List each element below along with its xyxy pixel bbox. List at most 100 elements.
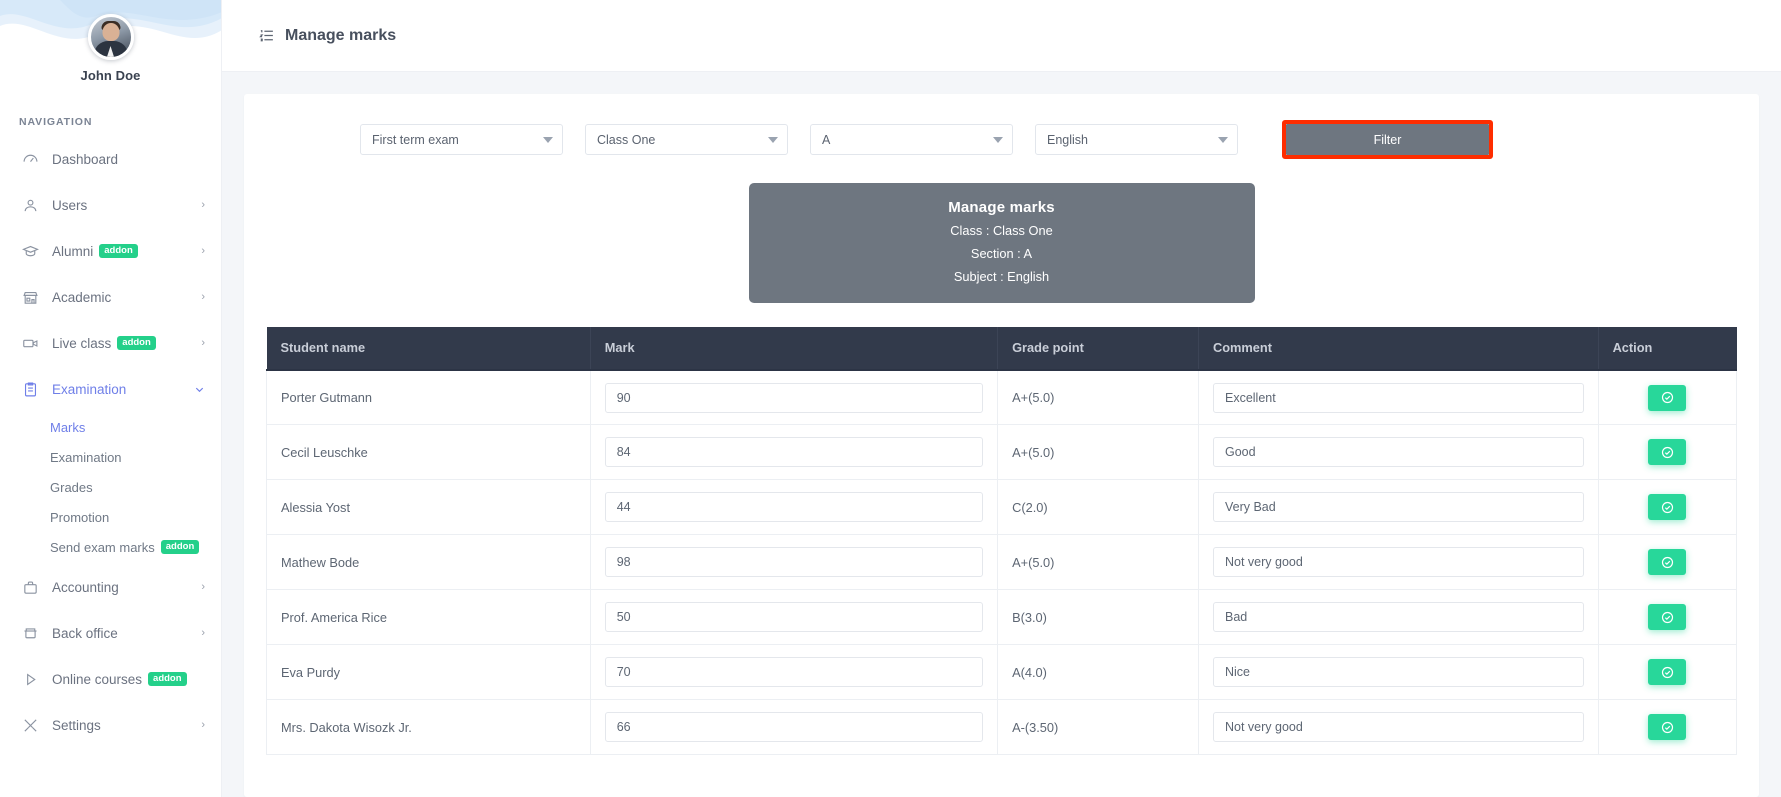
cell-student-name: Alessia Yost <box>267 480 591 535</box>
sidebar-item-examination[interactable]: Examination <box>0 366 221 412</box>
comment-input[interactable] <box>1213 437 1584 467</box>
avatar[interactable] <box>88 14 134 60</box>
sidebar-sublabel: Marks <box>50 420 85 435</box>
table-row: Prof. America Rice B(3.0) <box>267 590 1737 645</box>
sidebar-label: Settings <box>52 718 101 733</box>
save-row-button[interactable] <box>1648 549 1686 575</box>
cell-student-name: Mrs. Dakota Wisozk Jr. <box>267 700 591 755</box>
app-root: John Doe NAVIGATION Dashboard Users › Al… <box>0 0 1781 797</box>
save-row-button[interactable] <box>1648 385 1686 411</box>
profile-name: John Doe <box>80 68 140 83</box>
comment-input[interactable] <box>1213 492 1584 522</box>
table-row: Eva Purdy A(4.0) <box>267 645 1737 700</box>
printer-icon <box>22 625 44 642</box>
sidebar-subitem-send-exam-marks[interactable]: Send exam marks addon <box>0 532 221 562</box>
save-row-button[interactable] <box>1648 659 1686 685</box>
cell-grade-point: A(4.0) <box>998 645 1199 700</box>
sidebar-item-dashboard[interactable]: Dashboard <box>0 136 221 182</box>
info-panel-subject: Subject : English <box>759 269 1245 285</box>
mark-input[interactable] <box>605 437 983 467</box>
cell-grade-point: A+(5.0) <box>998 535 1199 590</box>
section-select[interactable]: A <box>810 124 1013 155</box>
cell-grade-point: A+(5.0) <box>998 425 1199 480</box>
sidebar-label: Users <box>52 198 87 213</box>
table-row: Alessia YostC(2.0) <box>267 480 1737 535</box>
chevron-down-icon <box>993 137 1003 143</box>
cell-action <box>1598 590 1736 645</box>
sidebar-subitem-examination[interactable]: Examination <box>0 442 221 472</box>
sidebar-item-users[interactable]: Users › <box>0 182 221 228</box>
nav-section-title: NAVIGATION <box>19 116 221 128</box>
subject-select[interactable]: English <box>1035 124 1238 155</box>
cell-student-name: Prof. America Rice <box>267 590 591 645</box>
sidebar-sublabel: Examination <box>50 450 122 465</box>
table-row: Cecil LeuschkeA+(5.0) <box>267 425 1737 480</box>
marks-table-head: Student name Mark Grade point Comment Ac… <box>267 327 1737 370</box>
cell-mark <box>590 645 997 700</box>
cell-mark <box>590 425 997 480</box>
main-content: Manage marks First term exam Class One A… <box>222 0 1781 797</box>
sidebar-sublabel: Send exam marks <box>50 540 155 555</box>
sidebar-item-online-courses[interactable]: Online courses addon <box>0 656 221 702</box>
mark-input[interactable] <box>605 547 983 577</box>
table-row: Mathew BodeA+(5.0) <box>267 535 1737 590</box>
class-select[interactable]: Class One <box>585 124 788 155</box>
comment-input[interactable] <box>1213 547 1584 577</box>
comment-input[interactable] <box>1213 712 1584 742</box>
sidebar-item-accounting[interactable]: Accounting › <box>0 564 221 610</box>
comment-input[interactable] <box>1213 602 1584 632</box>
sidebar-sublabel: Promotion <box>50 510 109 525</box>
sidebar-subitem-marks[interactable]: Marks <box>0 412 221 442</box>
cell-action <box>1598 535 1736 590</box>
save-row-button[interactable] <box>1648 604 1686 630</box>
graduation-icon <box>22 243 44 260</box>
cell-comment <box>1198 590 1598 645</box>
sidebar-subitem-grades[interactable]: Grades <box>0 472 221 502</box>
filter-button[interactable]: Filter <box>1286 124 1489 155</box>
cell-action <box>1598 480 1736 535</box>
save-row-button[interactable] <box>1648 494 1686 520</box>
mark-input[interactable] <box>605 657 983 687</box>
cell-comment <box>1198 645 1598 700</box>
cell-grade-point: B(3.0) <box>998 590 1199 645</box>
cell-student-name: Eva Purdy <box>267 645 591 700</box>
cell-comment <box>1198 535 1598 590</box>
dashboard-icon <box>22 151 44 168</box>
sidebar-label: Live class <box>52 336 111 351</box>
sidebar-label: Academic <box>52 290 111 305</box>
content-card: First term exam Class One A English Filt… <box>244 94 1759 797</box>
sidebar-subitem-promotion[interactable]: Promotion <box>0 502 221 532</box>
exam-select[interactable]: First term exam <box>360 124 563 155</box>
subject-select-value: English <box>1047 133 1088 147</box>
save-row-button[interactable] <box>1648 714 1686 740</box>
save-row-button[interactable] <box>1648 439 1686 465</box>
mark-input[interactable] <box>605 383 983 413</box>
sidebar-item-back-office[interactable]: Back office › <box>0 610 221 656</box>
col-student-name: Student name <box>267 327 591 370</box>
cell-student-name: Porter Gutmann <box>267 370 591 425</box>
class-select-value: Class One <box>597 133 655 147</box>
mark-input[interactable] <box>605 492 983 522</box>
sidebar-item-academic[interactable]: Academic › <box>0 274 221 320</box>
examination-submenu: Marks Examination Grades Promotion Send … <box>0 412 221 564</box>
cell-comment <box>1198 370 1598 425</box>
col-grade-point: Grade point <box>998 327 1199 370</box>
chevron-down-icon <box>768 137 778 143</box>
comment-input[interactable] <box>1213 383 1584 413</box>
marks-table: Student name Mark Grade point Comment Ac… <box>266 327 1737 756</box>
mark-input[interactable] <box>605 602 983 632</box>
comment-input[interactable] <box>1213 657 1584 687</box>
clipboard-icon <box>22 381 44 398</box>
mark-input[interactable] <box>605 712 983 742</box>
sidebar-item-alumni[interactable]: Alumni addon › <box>0 228 221 274</box>
chevron-right-icon: › <box>201 292 205 303</box>
info-panel-section: Section : A <box>759 246 1245 262</box>
chevron-right-icon: › <box>201 720 205 731</box>
col-action: Action <box>1598 327 1736 370</box>
marks-table-wrap: Student name Mark Grade point Comment Ac… <box>266 327 1737 756</box>
info-panel-class: Class : Class One <box>759 223 1245 239</box>
cell-comment <box>1198 425 1598 480</box>
sidebar-item-settings[interactable]: Settings › <box>0 702 221 748</box>
sidebar-item-live-class[interactable]: Live class addon › <box>0 320 221 366</box>
info-panel-title: Manage marks <box>759 199 1245 216</box>
